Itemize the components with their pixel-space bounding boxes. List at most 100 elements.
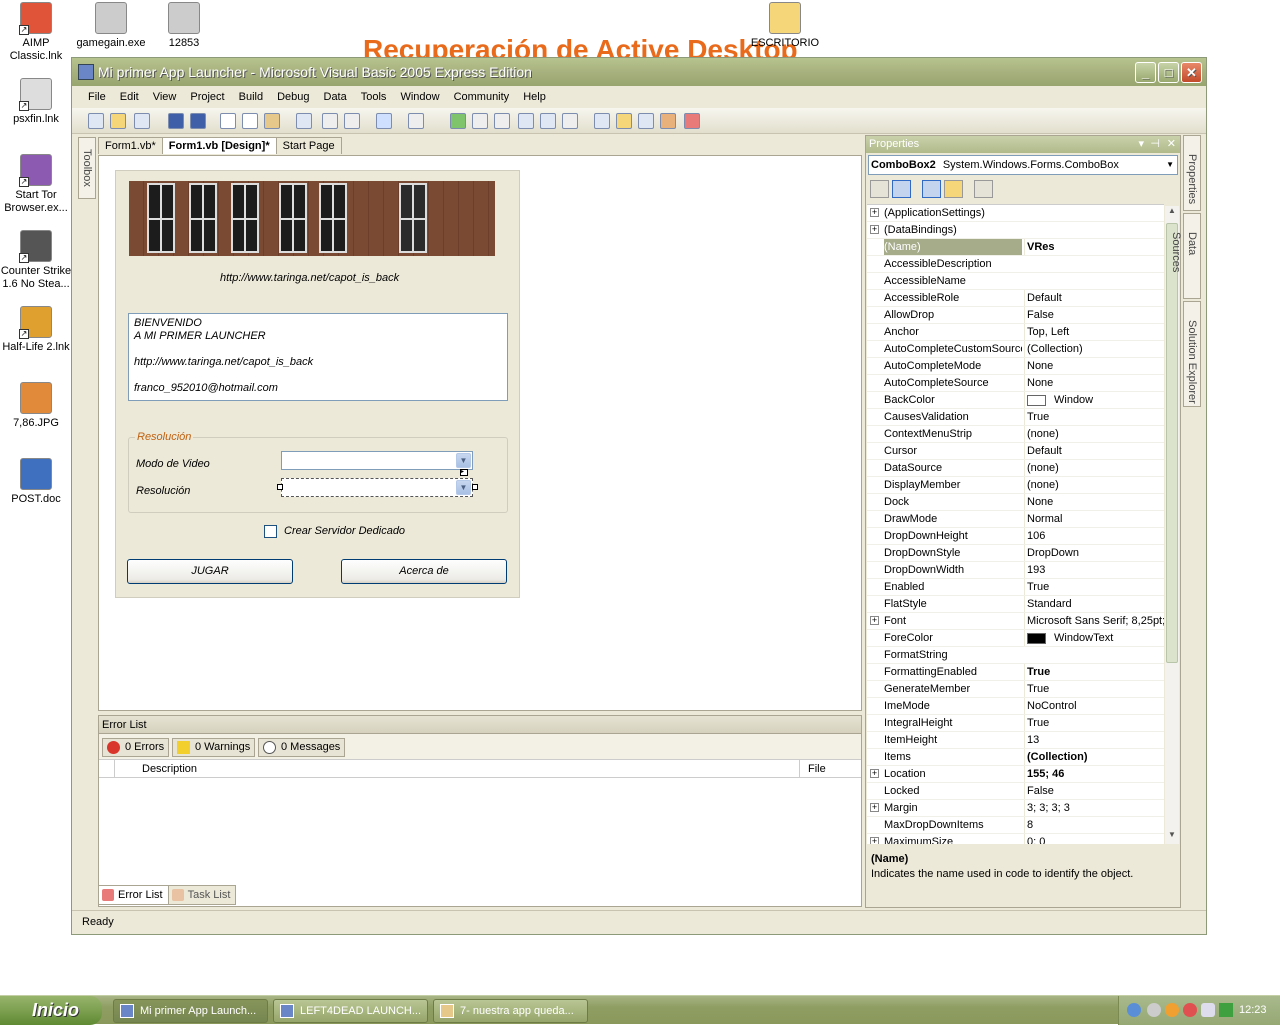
chevron-down-icon[interactable]: ▼ — [456, 453, 471, 468]
network-signal-icon[interactable] — [1219, 1003, 1233, 1017]
property-value[interactable]: 193 — [1024, 562, 1164, 578]
play-button[interactable]: JUGAR — [127, 559, 293, 584]
messages-filter-button[interactable]: 0 Messages — [258, 738, 346, 757]
desktop-icon[interactable]: ESCRITORIO — [747, 2, 823, 50]
expand-icon[interactable]: + — [870, 225, 879, 234]
uncomment-icon[interactable] — [344, 113, 360, 129]
property-value[interactable]: Normal — [1024, 511, 1164, 527]
resize-handle[interactable] — [277, 484, 283, 490]
menu-item-community[interactable]: Community — [448, 91, 518, 103]
video-mode-combobox[interactable]: ▼ — [281, 451, 473, 470]
solution-explorer-icon[interactable] — [594, 113, 610, 129]
menu-item-view[interactable]: View — [147, 91, 185, 103]
tab-task-list[interactable]: Task List — [167, 885, 237, 905]
find-icon[interactable] — [296, 113, 312, 129]
expand-icon[interactable]: + — [870, 616, 879, 625]
property-row[interactable]: ImeMode NoControl — [867, 698, 1164, 715]
object-selector[interactable]: ComboBox2 System.Windows.Forms.ComboBox … — [868, 155, 1178, 175]
property-row[interactable]: FlatStyle Standard — [867, 596, 1164, 613]
property-row[interactable]: AccessibleDescription — [867, 256, 1164, 273]
expand-icon[interactable]: + — [870, 769, 879, 778]
smart-tag-icon[interactable]: ▸ — [460, 469, 468, 476]
property-value[interactable]: False — [1024, 783, 1164, 799]
property-value[interactable]: 0; 0 — [1024, 834, 1164, 844]
toolbox-icon[interactable] — [660, 113, 676, 129]
tray-icon[interactable] — [1183, 1003, 1197, 1017]
tab-solution-explorer[interactable]: Solution Explorer — [1183, 301, 1201, 407]
property-row[interactable]: Enabled True — [867, 579, 1164, 596]
menu-item-window[interactable]: Window — [394, 91, 447, 103]
property-value[interactable]: (none) — [1024, 426, 1164, 442]
property-row[interactable]: BackColor Window — [867, 392, 1164, 409]
property-row[interactable]: MaxDropDownItems 8 — [867, 817, 1164, 834]
property-row[interactable]: + Font Microsoft Sans Serif; 8,25pt; — [867, 613, 1164, 630]
property-value[interactable]: None — [1024, 358, 1164, 374]
property-row[interactable]: DisplayMember (none) — [867, 477, 1164, 494]
save-all-icon[interactable] — [190, 113, 206, 129]
property-grid-scrollbar[interactable]: ▲ ▼ — [1165, 206, 1179, 844]
cut-icon[interactable] — [220, 113, 236, 129]
url-link-label[interactable]: http://www.taringa.net/capot_is_back — [220, 272, 399, 284]
tray-icon[interactable] — [1147, 1003, 1161, 1017]
expand-icon[interactable]: + — [870, 803, 879, 812]
scrollbar-thumb[interactable] — [1166, 223, 1178, 663]
properties-window-icon[interactable] — [616, 113, 632, 129]
dedicated-server-checkbox[interactable] — [264, 525, 277, 538]
property-value[interactable]: 106 — [1024, 528, 1164, 544]
file-column-header[interactable]: File — [808, 760, 826, 778]
property-value[interactable]: True — [1024, 715, 1164, 731]
tab-properties[interactable]: Properties — [1183, 135, 1201, 211]
property-row[interactable]: DropDownWidth 193 — [867, 562, 1164, 579]
menu-item-project[interactable]: Project — [184, 91, 232, 103]
paste-icon[interactable] — [264, 113, 280, 129]
taskbar-item-left4dead[interactable]: LEFT4DEAD LAUNCH... — [273, 999, 428, 1023]
property-row[interactable]: DropDownHeight 106 — [867, 528, 1164, 545]
copy-icon[interactable] — [242, 113, 258, 129]
property-row[interactable]: GenerateMember True — [867, 681, 1164, 698]
property-value[interactable]: None — [1024, 494, 1164, 510]
property-value[interactable]: (Collection) — [1024, 749, 1164, 765]
object-browser-icon[interactable] — [638, 113, 654, 129]
property-row[interactable]: DropDownStyle DropDown — [867, 545, 1164, 562]
property-value[interactable]: VRes — [1024, 239, 1164, 255]
property-row[interactable]: DrawMode Normal — [867, 511, 1164, 528]
property-row[interactable]: IntegralHeight True — [867, 715, 1164, 732]
property-row[interactable]: + MaximumSize 0; 0 — [867, 834, 1164, 844]
property-row[interactable]: FormattingEnabled True — [867, 664, 1164, 681]
property-row[interactable]: Dock None — [867, 494, 1164, 511]
menu-item-edit[interactable]: Edit — [114, 91, 147, 103]
close-icon[interactable]: ✕ — [1167, 136, 1176, 153]
property-row[interactable]: + Location 155; 46 — [867, 766, 1164, 783]
menu-item-debug[interactable]: Debug — [271, 91, 317, 103]
resolution-groupbox[interactable] — [128, 437, 508, 513]
property-value[interactable]: (none) — [1024, 477, 1164, 493]
property-value[interactable]: Default — [1024, 290, 1164, 306]
property-row[interactable]: CausesValidation True — [867, 409, 1164, 426]
property-value[interactable]: True — [1024, 409, 1164, 425]
property-value[interactable]: False — [1024, 307, 1164, 323]
property-row[interactable]: Anchor Top, Left — [867, 324, 1164, 341]
property-value[interactable]: True — [1024, 681, 1164, 697]
property-row[interactable]: + Margin 3; 3; 3; 3 — [867, 800, 1164, 817]
undo-icon[interactable] — [376, 113, 392, 129]
property-pages-icon[interactable] — [974, 180, 993, 198]
property-row[interactable]: + (ApplicationSettings) — [867, 205, 1164, 222]
open-folder-icon[interactable] — [110, 113, 126, 129]
resize-handle[interactable] — [472, 484, 478, 490]
property-value[interactable]: 3; 3; 3; 3 — [1024, 800, 1164, 816]
property-value[interactable]: Top, Left — [1024, 324, 1164, 340]
clock[interactable]: 12:23 — [1239, 996, 1267, 1024]
property-value[interactable]: 155; 46 — [1024, 766, 1164, 782]
pin-icon[interactable]: ⊣ — [1150, 136, 1160, 153]
menu-item-file[interactable]: File — [82, 91, 114, 103]
expand-icon[interactable]: + — [870, 837, 879, 844]
comment-icon[interactable] — [322, 113, 338, 129]
desktop-icon[interactable]: ↗ Counter Strike 1.6 No Stea... — [0, 230, 74, 291]
menu-item-tools[interactable]: Tools — [355, 91, 395, 103]
tab-data-sources[interactable]: Data Sources — [1170, 213, 1201, 299]
property-row[interactable]: Items (Collection) — [867, 749, 1164, 766]
chevron-down-icon[interactable]: ▼ — [456, 480, 471, 495]
banner-image[interactable] — [129, 181, 495, 256]
property-value[interactable]: (Collection) — [1024, 341, 1164, 357]
desktop-icon[interactable]: ↗ Start Tor Browser.ex... — [0, 154, 74, 215]
